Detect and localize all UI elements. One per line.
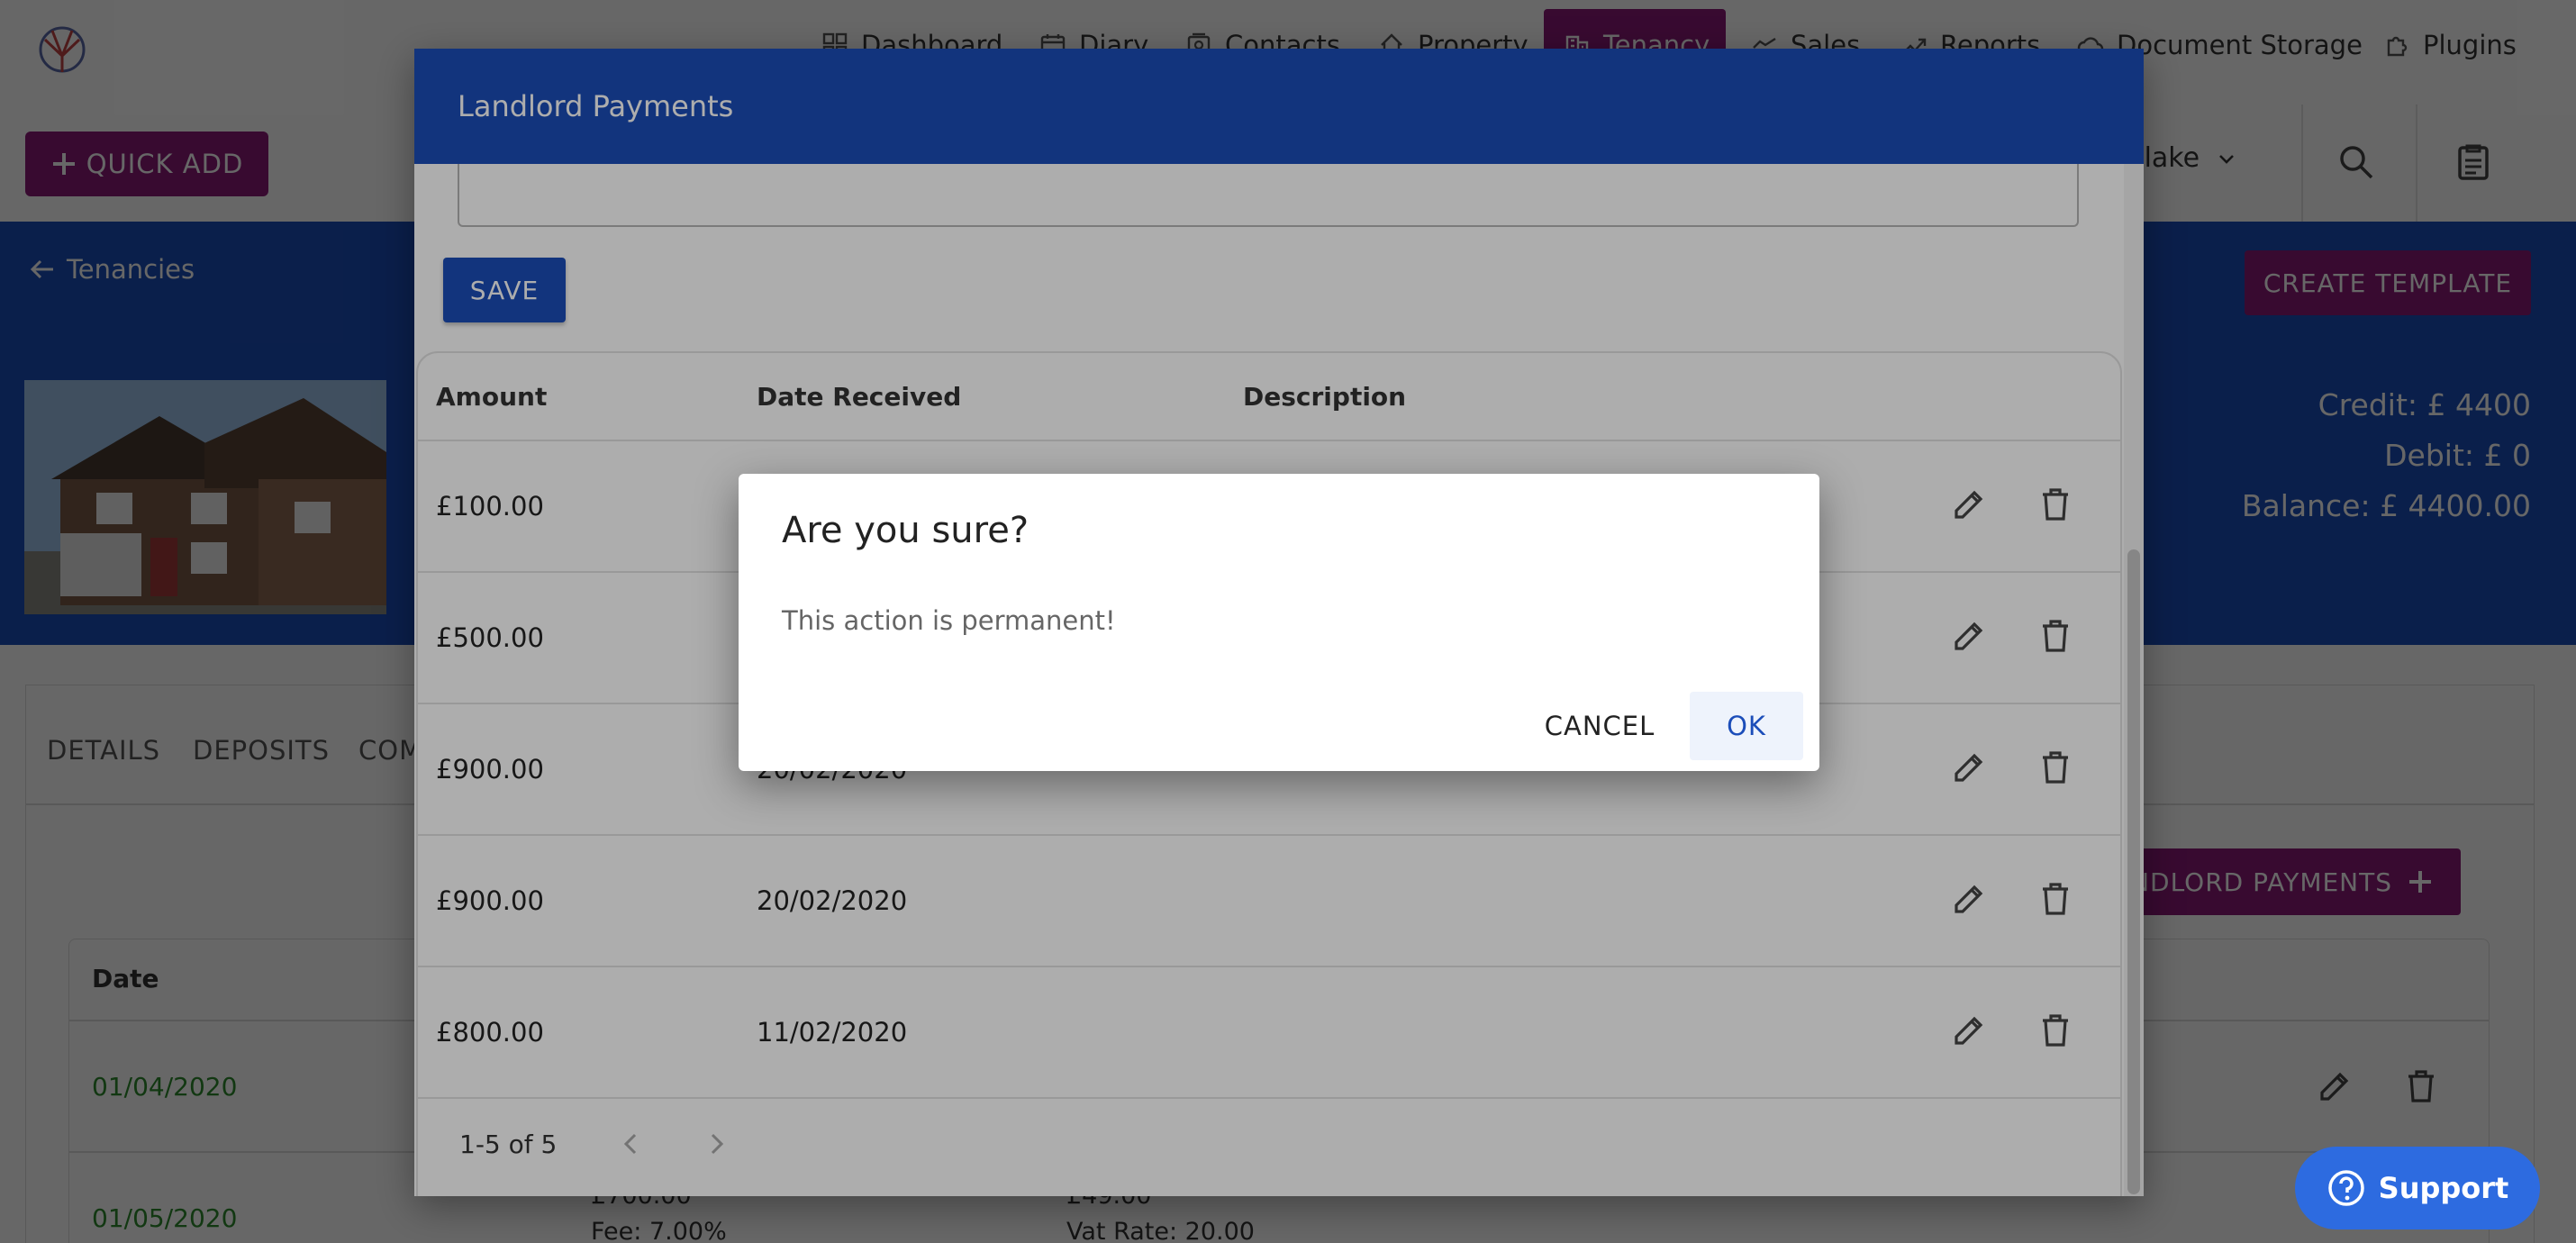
cancel-button[interactable]: CANCEL [1540, 692, 1659, 760]
confirm-title: Are you sure? [782, 510, 1029, 551]
support-label: Support [2378, 1171, 2509, 1205]
support-button[interactable]: Support [2295, 1147, 2540, 1229]
confirm-dialog: Are you sure? This action is permanent! … [739, 474, 1819, 771]
help-icon [2327, 1170, 2364, 1206]
ok-button[interactable]: OK [1690, 692, 1803, 760]
confirm-message: This action is permanent! [782, 605, 1116, 636]
